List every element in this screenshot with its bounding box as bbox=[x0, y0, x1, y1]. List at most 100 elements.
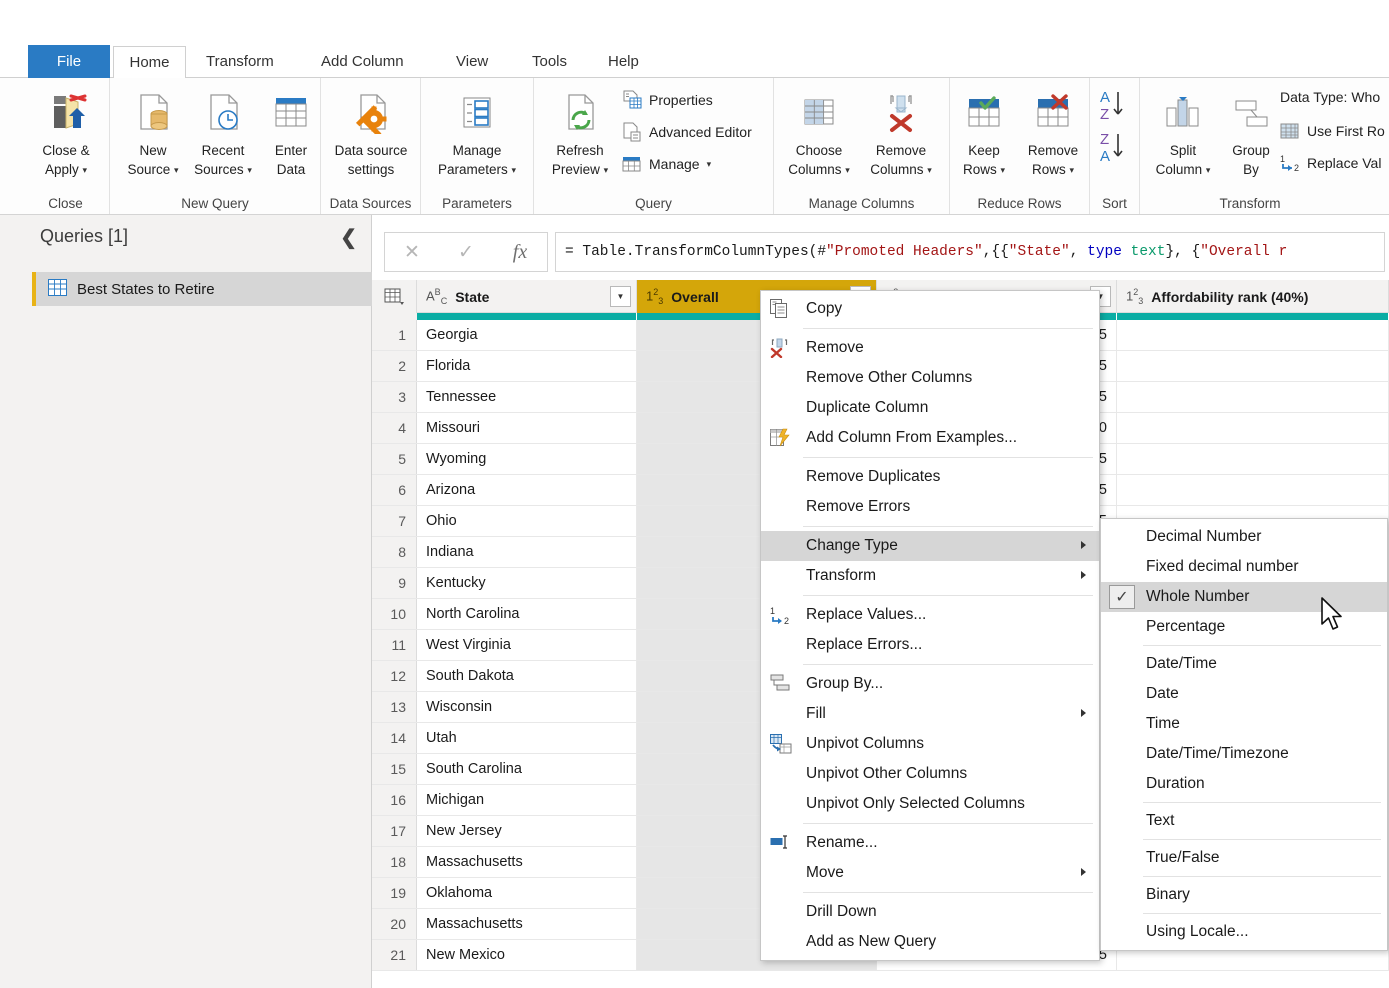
manage-parameters-button[interactable]: Manage Parameters ▾ bbox=[436, 84, 518, 179]
data-type-dropdown[interactable]: Data Type: Who bbox=[1280, 89, 1380, 105]
context-menu-item-drill-down[interactable]: Drill Down bbox=[761, 897, 1099, 927]
context-menu-item-add-column-from-examples[interactable]: Add Column From Examples... bbox=[761, 423, 1099, 453]
table-cell[interactable] bbox=[1117, 413, 1389, 443]
remove-rows-button[interactable]: Remove Rows ▾ bbox=[1014, 84, 1092, 179]
tab-tools[interactable]: Tools bbox=[518, 46, 581, 78]
table-cell[interactable]: Kentucky bbox=[417, 568, 637, 598]
manage-button[interactable]: Manage ▾ bbox=[622, 154, 711, 174]
column-filter-dropdown-icon[interactable]: ▼ bbox=[610, 286, 631, 307]
context-menu-item-unpivot-only-selected-columns[interactable]: Unpivot Only Selected Columns bbox=[761, 789, 1099, 819]
table-cell[interactable]: Utah bbox=[417, 723, 637, 753]
change-type-item-date-time[interactable]: Date/Time bbox=[1101, 649, 1387, 679]
context-menu-item-remove-other-columns[interactable]: Remove Other Columns bbox=[761, 363, 1099, 393]
context-menu-item-unpivot-other-columns[interactable]: Unpivot Other Columns bbox=[761, 759, 1099, 789]
context-menu-item-replace-errors[interactable]: Replace Errors... bbox=[761, 630, 1099, 660]
context-menu-item-move[interactable]: Move bbox=[761, 858, 1099, 888]
column-header-state[interactable]: ABCState▼ bbox=[417, 280, 637, 313]
table-cell[interactable]: South Dakota bbox=[417, 661, 637, 691]
table-cell[interactable]: Missouri bbox=[417, 413, 637, 443]
table-cell[interactable]: New Jersey bbox=[417, 816, 637, 846]
chevron-down-icon[interactable]: ▾ bbox=[174, 165, 179, 175]
context-menu-item-add-as-new-query[interactable]: Add as New Query bbox=[761, 927, 1099, 957]
remove-columns-button[interactable]: Remove Columns ▾ bbox=[860, 84, 942, 179]
table-cell[interactable]: Ohio bbox=[417, 506, 637, 536]
table-cell[interactable]: Indiana bbox=[417, 537, 637, 567]
change-type-item-text[interactable]: Text bbox=[1101, 806, 1387, 836]
change-type-submenu[interactable]: Decimal NumberFixed decimal number✓Whole… bbox=[1100, 518, 1388, 951]
table-cell[interactable]: Massachusetts bbox=[417, 847, 637, 877]
data-source-settings-button[interactable]: Data source settings bbox=[330, 84, 412, 178]
chevron-down-icon[interactable]: ▾ bbox=[1001, 165, 1006, 175]
table-cell[interactable]: Arizona bbox=[417, 475, 637, 505]
change-type-item-date[interactable]: Date bbox=[1101, 679, 1387, 709]
context-menu-item-transform[interactable]: Transform bbox=[761, 561, 1099, 591]
tab-view[interactable]: View bbox=[442, 46, 502, 78]
context-menu-item-group-by[interactable]: Group By... bbox=[761, 669, 1099, 699]
table-cell[interactable]: Oklahoma bbox=[417, 878, 637, 908]
chevron-down-icon[interactable]: ▾ bbox=[845, 165, 850, 175]
formula-fx-button[interactable]: fx bbox=[493, 241, 547, 264]
grid-corner-select-all[interactable] bbox=[372, 280, 417, 313]
chevron-down-icon[interactable]: ▾ bbox=[604, 165, 609, 175]
change-type-item-decimal-number[interactable]: Decimal Number bbox=[1101, 522, 1387, 552]
change-type-item-time[interactable]: Time bbox=[1101, 709, 1387, 739]
chevron-down-icon[interactable]: ▾ bbox=[512, 165, 517, 175]
context-menu-item-fill[interactable]: Fill bbox=[761, 699, 1099, 729]
collapse-queries-pane-icon[interactable]: ❮ bbox=[340, 225, 357, 250]
context-menu-item-unpivot-columns[interactable]: Unpivot Columns bbox=[761, 729, 1099, 759]
sort-ascending-button[interactable]: A Z bbox=[1098, 88, 1132, 129]
chevron-down-icon[interactable]: ▾ bbox=[83, 165, 88, 175]
use-first-row-button[interactable]: Use First Ro bbox=[1280, 121, 1385, 141]
close-and-apply-button[interactable]: Close & Apply ▾ bbox=[25, 84, 107, 179]
replace-values-button[interactable]: 1 2 Replace Val bbox=[1280, 153, 1381, 173]
table-cell[interactable] bbox=[1117, 382, 1389, 412]
choose-columns-button[interactable]: Choose Columns ▾ bbox=[778, 84, 860, 179]
table-cell[interactable]: South Carolina bbox=[417, 754, 637, 784]
table-cell[interactable]: Wisconsin bbox=[417, 692, 637, 722]
context-menu-item-copy[interactable]: Copy bbox=[761, 294, 1099, 324]
table-cell[interactable]: Georgia bbox=[417, 320, 637, 350]
table-cell[interactable] bbox=[1117, 320, 1389, 350]
context-menu-item-remove-duplicates[interactable]: Remove Duplicates bbox=[761, 462, 1099, 492]
advanced-editor-button[interactable]: Advanced Editor bbox=[622, 122, 752, 142]
change-type-item-duration[interactable]: Duration bbox=[1101, 769, 1387, 799]
table-cell[interactable]: Massachusetts bbox=[417, 909, 637, 939]
formula-input[interactable]: = Table.TransformColumnTypes(#"Promoted … bbox=[555, 232, 1385, 272]
table-cell[interactable]: West Virginia bbox=[417, 630, 637, 660]
table-cell[interactable]: Florida bbox=[417, 351, 637, 381]
formula-cancel-button[interactable]: ✕ bbox=[385, 241, 439, 264]
change-type-item-date-time-timezone[interactable]: Date/Time/Timezone bbox=[1101, 739, 1387, 769]
change-type-item-fixed-decimal-number[interactable]: Fixed decimal number bbox=[1101, 552, 1387, 582]
table-cell[interactable]: New Mexico bbox=[417, 940, 637, 970]
enter-data-button[interactable]: Enter Data bbox=[250, 84, 332, 178]
table-cell[interactable]: Wyoming bbox=[417, 444, 637, 474]
context-menu-item-remove-errors[interactable]: Remove Errors bbox=[761, 492, 1099, 522]
context-menu-item-duplicate-column[interactable]: Duplicate Column bbox=[761, 393, 1099, 423]
query-item-best-states-to-retire[interactable]: Best States to Retire bbox=[32, 272, 372, 306]
context-menu-item-replace-values[interactable]: 12Replace Values... bbox=[761, 600, 1099, 630]
context-menu-item-rename[interactable]: Rename... bbox=[761, 828, 1099, 858]
tab-file[interactable]: File bbox=[28, 45, 110, 79]
column-header-affordability-rank-40[interactable]: 123Affordability rank (40%) bbox=[1117, 280, 1389, 313]
chevron-down-icon[interactable]: ▾ bbox=[1070, 165, 1075, 175]
refresh-preview-button[interactable]: Refresh Preview ▾ bbox=[539, 84, 621, 179]
context-menu-item-change-type[interactable]: Change Type bbox=[761, 531, 1099, 561]
chevron-down-icon[interactable]: ▾ bbox=[707, 159, 712, 170]
change-type-item-binary[interactable]: Binary bbox=[1101, 880, 1387, 910]
chevron-down-icon[interactable]: ▾ bbox=[927, 165, 932, 175]
tab-help[interactable]: Help bbox=[594, 46, 653, 78]
tab-add-column[interactable]: Add Column bbox=[307, 46, 418, 78]
context-menu-item-remove[interactable]: Remove bbox=[761, 333, 1099, 363]
change-type-item-using-locale[interactable]: Using Locale... bbox=[1101, 917, 1387, 947]
column-context-menu[interactable]: Copy RemoveRemove Other ColumnsDuplicate … bbox=[760, 290, 1100, 961]
keep-rows-button[interactable]: Keep Rows ▾ bbox=[948, 84, 1020, 179]
properties-button[interactable]: Properties bbox=[622, 90, 713, 110]
formula-accept-button[interactable]: ✓ bbox=[439, 241, 493, 264]
table-cell[interactable]: Tennessee bbox=[417, 382, 637, 412]
tab-transform[interactable]: Transform bbox=[192, 46, 288, 78]
tab-home[interactable]: Home bbox=[113, 46, 186, 79]
change-type-item-true-false[interactable]: True/False bbox=[1101, 843, 1387, 873]
table-cell[interactable]: North Carolina bbox=[417, 599, 637, 629]
table-cell[interactable] bbox=[1117, 444, 1389, 474]
sort-descending-button[interactable]: Z A bbox=[1098, 130, 1132, 171]
